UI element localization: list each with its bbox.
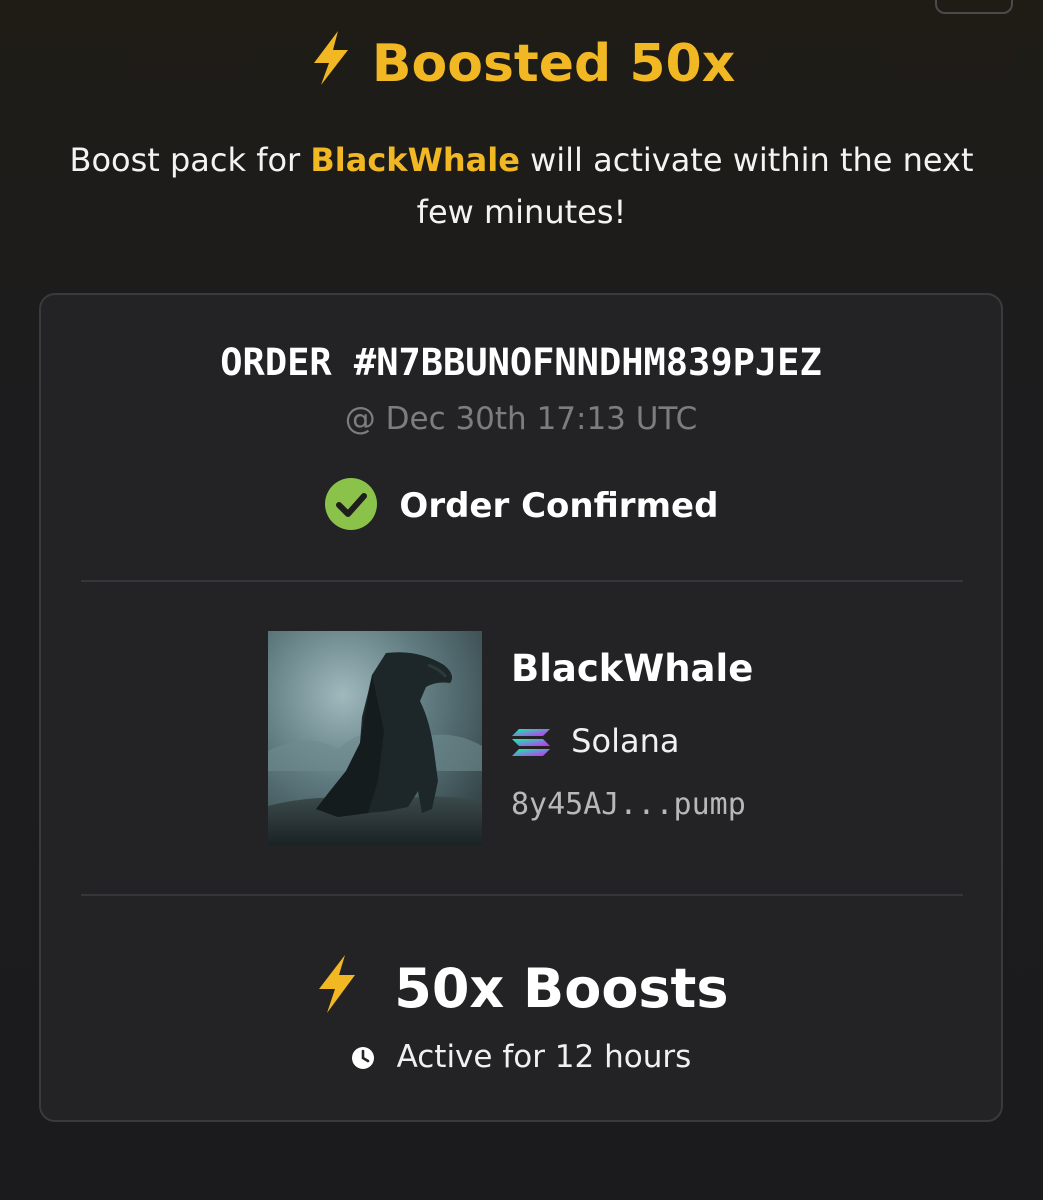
boost-duration-text: Active for 12 hours bbox=[396, 1039, 692, 1075]
lightning-bolt-icon bbox=[308, 31, 372, 94]
top-corner-button[interactable] bbox=[935, 0, 1013, 14]
token-chain-label: Solana bbox=[571, 722, 680, 760]
activation-message: Boost pack for BlackWhale will activate … bbox=[50, 134, 993, 238]
check-circle-icon bbox=[324, 478, 400, 530]
divider bbox=[81, 894, 963, 896]
token-address[interactable]: 8y45AJ...pump bbox=[511, 787, 746, 822]
clock-icon bbox=[351, 1039, 397, 1075]
token-artwork-image bbox=[268, 631, 482, 845]
solana-icon bbox=[511, 722, 571, 760]
page-title: Boosted 50x bbox=[0, 28, 1043, 100]
order-id: ORDER #N7BBUNOFNNDHM839PJEZ bbox=[220, 341, 822, 384]
boost-duration: Active for 12 hours bbox=[41, 1037, 1001, 1077]
token-name: BlackWhale bbox=[511, 647, 754, 690]
lightning-bolt-icon bbox=[313, 955, 394, 1020]
page-title-text: Boosted 50x bbox=[371, 34, 736, 94]
order-status: Order Confirmed bbox=[41, 477, 1001, 533]
order-timestamp: @ Dec 30th 17:13 UTC bbox=[344, 401, 698, 437]
boost-amount-text: 50x Boosts bbox=[394, 957, 729, 1020]
activation-message-token: BlackWhale bbox=[310, 141, 520, 179]
order-status-text: Order Confirmed bbox=[399, 486, 719, 526]
boost-amount: 50x Boosts bbox=[41, 949, 1001, 1029]
token-chain: Solana bbox=[511, 721, 679, 761]
divider bbox=[81, 580, 963, 582]
order-card: ORDER #N7BBUNOFNNDHM839PJEZ @ Dec 30th 1… bbox=[39, 293, 1003, 1122]
activation-message-prefix: Boost pack for bbox=[69, 141, 311, 179]
